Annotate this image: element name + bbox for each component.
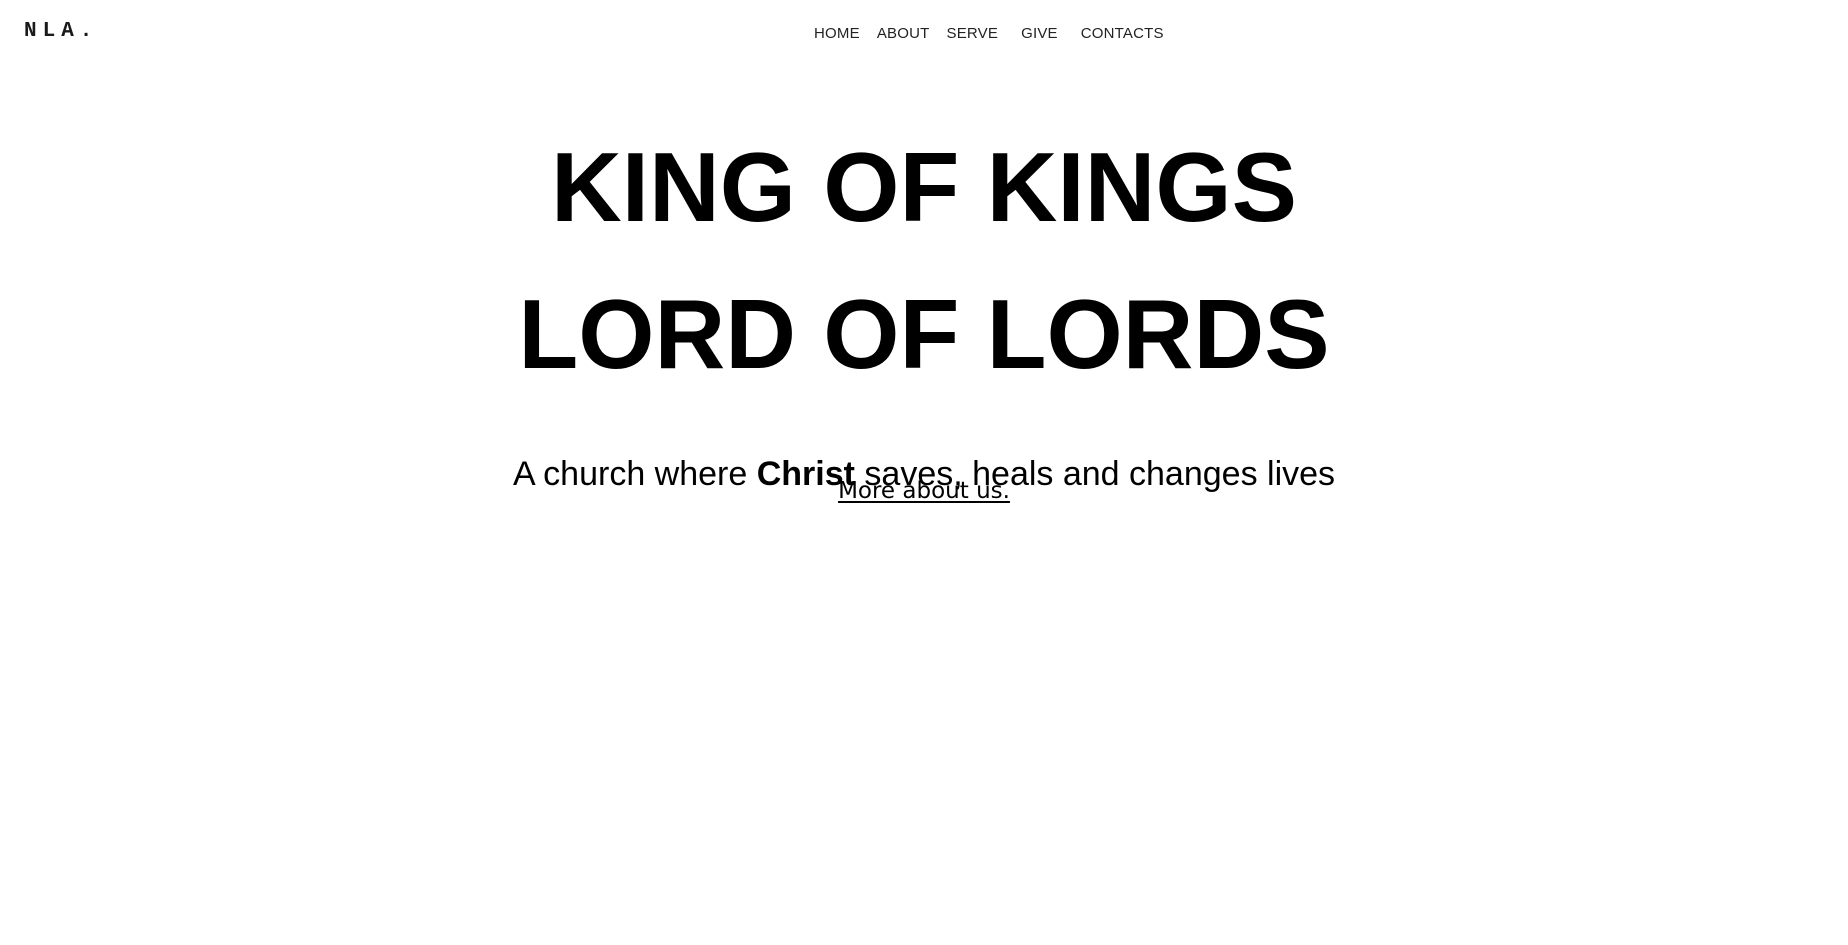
nav-serve[interactable]: SERVE — [947, 25, 999, 42]
more-about-container: More about us. — [0, 480, 1848, 503]
nav-give[interactable]: GIVE — [1021, 25, 1058, 42]
nav-about[interactable]: ABOUT — [877, 25, 930, 42]
site-logo[interactable]: NLA. — [24, 20, 98, 43]
hero-headline-line2: LORD OF LORDS — [518, 279, 1330, 389]
hero-headline-line1: KING OF KINGS — [551, 132, 1297, 242]
page: NLA. HOME ABOUT SERVE GIVE CONTACTS KING… — [0, 0, 1848, 945]
nav-home[interactable]: HOME — [814, 25, 860, 42]
more-about-link[interactable]: More about us. — [838, 478, 1010, 504]
main-nav: HOME ABOUT SERVE GIVE CONTACTS — [814, 23, 1181, 43]
nav-contacts[interactable]: CONTACTS — [1081, 25, 1164, 42]
